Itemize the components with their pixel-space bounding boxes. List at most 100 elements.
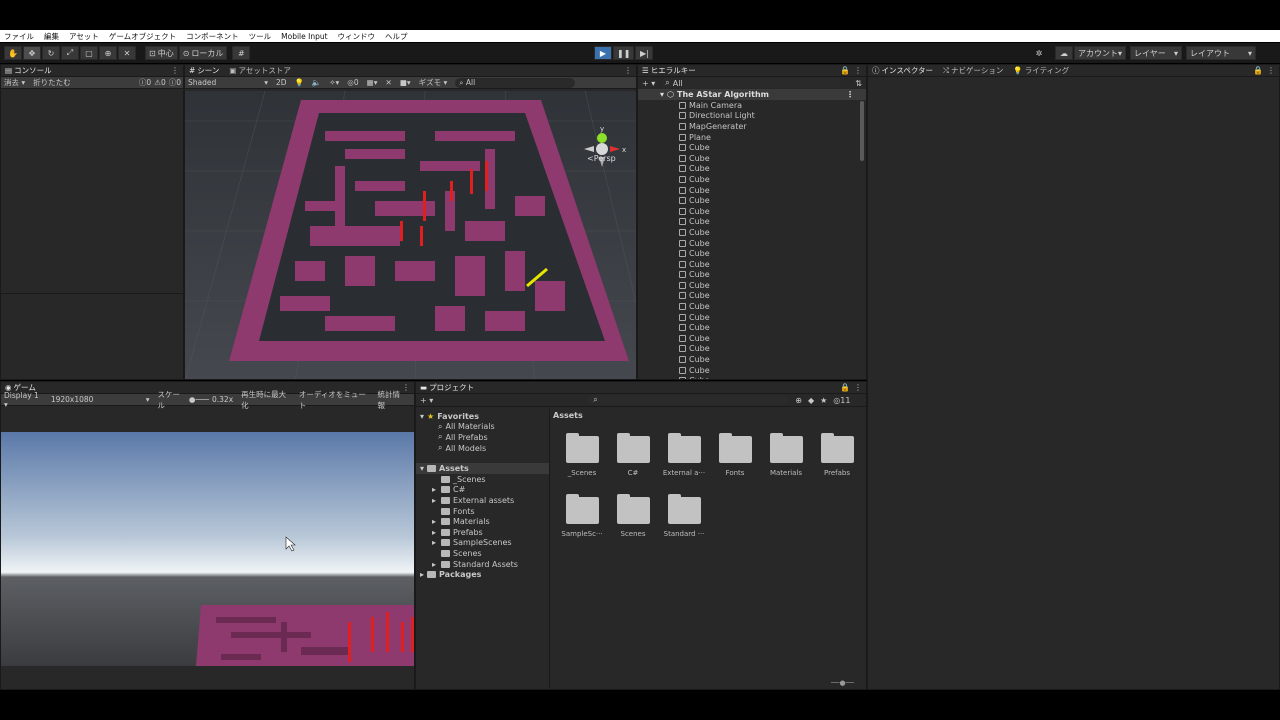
tree-folder[interactable]: ▸ External assets	[420, 495, 549, 506]
hierarchy-item[interactable]: Main Camera	[638, 100, 866, 111]
tree-folder[interactable]: ▸ Standard Assets	[420, 559, 549, 570]
effects-dropdown-icon[interactable]: ✧▾	[329, 78, 339, 87]
rect-tool-icon[interactable]: ▢	[80, 46, 98, 60]
menu-help[interactable]: ヘルプ	[385, 31, 408, 42]
search-by-type-icon[interactable]: ⊕	[795, 396, 802, 405]
menu-assets[interactable]: アセット	[69, 31, 99, 42]
clear-button[interactable]: 消去 ▾	[4, 77, 25, 88]
hierarchy-item[interactable]: Cube	[638, 291, 866, 302]
pivot-toggle[interactable]: ⊡ 中心	[145, 46, 178, 60]
grid-dropdown-icon[interactable]: ▦▾	[367, 78, 378, 87]
hierarchy-item[interactable]: Cube	[638, 164, 866, 175]
grid-breadcrumb[interactable]: Assets	[551, 409, 866, 422]
hierarchy-item[interactable]: Cube	[638, 270, 866, 281]
more-icon[interactable]: ⋮	[171, 66, 179, 75]
chevron-right-icon[interactable]: ▸	[432, 485, 438, 494]
rotate-tool-icon[interactable]: ↻	[42, 46, 60, 60]
stats-toggle[interactable]: 統計情報	[378, 389, 406, 411]
scene-search[interactable]: ⌕ All	[455, 77, 576, 88]
asset-folder[interactable]: Materials	[763, 433, 809, 477]
project-search[interactable]: ⌕	[589, 395, 790, 405]
tree-folder[interactable]: ▸ Materials	[420, 516, 549, 527]
hierarchy-item[interactable]: Cube	[638, 227, 866, 238]
mode-2d-toggle[interactable]: 2D	[276, 78, 287, 87]
tab-lighting[interactable]: 💡 ライティング	[1013, 65, 1069, 76]
hierarchy-item[interactable]: Cube	[638, 312, 866, 323]
collab-icon[interactable]: ✲	[1030, 46, 1048, 60]
tab-inspector[interactable]: ⓘ インスペクター	[872, 65, 933, 76]
asset-folder[interactable]: _Scenes	[559, 433, 605, 477]
hierarchy-item[interactable]: Cube	[638, 248, 866, 259]
layout-dropdown[interactable]: レイアウト ▾	[1186, 46, 1256, 60]
hierarchy-item[interactable]: Cube	[638, 153, 866, 164]
tab-scene[interactable]: # シーン	[189, 65, 219, 76]
grid-snap-icon[interactable]: #	[232, 46, 251, 60]
hierarchy-item[interactable]: Cube	[638, 344, 866, 355]
persp-label[interactable]: <Persp	[587, 154, 616, 163]
tree-favorites[interactable]: ▾ ★ Favorites	[420, 411, 549, 422]
chevron-right-icon[interactable]: ▸	[432, 560, 438, 569]
play-button[interactable]: ▶	[594, 46, 612, 60]
lock-icon[interactable]: 🔒	[840, 66, 850, 75]
game-viewport[interactable]	[1, 432, 415, 666]
icon-size-slider[interactable]: ──●──	[831, 679, 854, 687]
hierarchy-item[interactable]: Cube	[638, 365, 866, 376]
lock-icon[interactable]: 🔒	[1253, 66, 1263, 75]
favorite-icon[interactable]: ★	[820, 396, 827, 405]
chevron-right-icon[interactable]: ▸	[432, 517, 438, 526]
lighting-toggle-icon[interactable]: 💡	[295, 78, 304, 87]
menu-tools[interactable]: ツール	[249, 31, 272, 42]
chevron-right-icon[interactable]: ▸	[432, 538, 438, 547]
scale-tool-icon[interactable]: ⤢	[61, 46, 79, 60]
menu-window[interactable]: ウィンドウ	[338, 31, 376, 42]
more-icon[interactable]: ⋮	[1267, 66, 1275, 75]
tree-fav-item[interactable]: ⌕ All Materials	[420, 422, 549, 433]
asset-folder[interactable]: Standard ···	[661, 494, 707, 538]
camera-dropdown-icon[interactable]: ■▾	[400, 78, 411, 87]
chevron-right-icon[interactable]: ▸	[432, 496, 438, 505]
hierarchy-item[interactable]: Cube	[638, 217, 866, 228]
menu-component[interactable]: コンポーネント	[186, 31, 239, 42]
hierarchy-item[interactable]: Cube	[638, 195, 866, 206]
asset-folder[interactable]: External a···	[661, 433, 707, 477]
menu-mobile-input[interactable]: Mobile Input	[281, 32, 327, 41]
tab-project[interactable]: ▬ プロジェクト	[420, 382, 474, 393]
tools-icon[interactable]: ✕	[385, 78, 391, 87]
visibility-toggle[interactable]: ◎0	[347, 78, 358, 87]
tree-fav-item[interactable]: ⌕ All Models	[420, 443, 549, 454]
asset-folder[interactable]: Scenes	[610, 494, 656, 538]
add-asset-button[interactable]: + ▾	[420, 396, 433, 405]
move-tool-icon[interactable]: ✥	[23, 46, 41, 60]
account-dropdown[interactable]: アカウント ▾	[1074, 46, 1126, 60]
menu-edit[interactable]: 編集	[44, 31, 59, 42]
hand-tool-icon[interactable]: ✋	[4, 46, 22, 60]
tree-folder[interactable]: _Scenes	[420, 474, 549, 485]
more-icon[interactable]: ⋮	[854, 66, 862, 75]
tree-folder[interactable]: ▸ C#	[420, 485, 549, 496]
tree-folder[interactable]: ▸ SampleScenes	[420, 538, 549, 549]
asset-folder[interactable]: SampleSc···	[559, 494, 605, 538]
hierarchy-item[interactable]: Directional Light	[638, 111, 866, 122]
asset-folder[interactable]: Fonts	[712, 433, 758, 477]
collapse-button[interactable]: 折りたたむ	[33, 77, 71, 88]
menu-file[interactable]: ファイル	[4, 31, 34, 42]
hierarchy-item[interactable]: Cube	[638, 185, 866, 196]
hierarchy-item[interactable]: Cube	[638, 259, 866, 270]
search-by-label-icon[interactable]: ◆	[808, 396, 814, 405]
hierarchy-item[interactable]: Cube	[638, 238, 866, 249]
hierarchy-item[interactable]: Cube	[638, 354, 866, 365]
display-dropdown[interactable]: Display 1 ▾	[4, 391, 43, 409]
pause-button[interactable]: ❚❚	[613, 46, 635, 60]
more-icon[interactable]: ⋮	[624, 66, 632, 75]
step-button[interactable]: ▶|	[635, 46, 654, 60]
hierarchy-item[interactable]: MapGenerater	[638, 121, 866, 132]
scale-slider[interactable]: ●───	[189, 395, 209, 404]
scene-viewport[interactable]: y x <Persp	[185, 91, 637, 380]
maximize-toggle[interactable]: 再生時に最大化	[241, 389, 291, 411]
hierarchy-item[interactable]: Cube	[638, 142, 866, 153]
more-icon[interactable]: ⋮	[854, 383, 862, 392]
filter-icon[interactable]: ⇅	[855, 79, 862, 88]
tree-packages[interactable]: ▸ Packages	[420, 569, 549, 580]
hierarchy-item[interactable]: Cube	[638, 333, 866, 344]
transform-tool-icon[interactable]: ⊕	[99, 46, 117, 60]
